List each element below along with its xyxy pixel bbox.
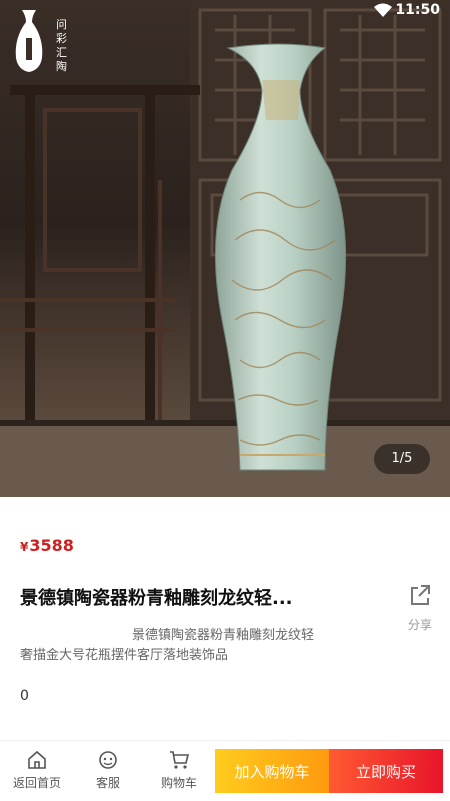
product-description: 景德镇陶瓷器粉青釉雕刻龙纹轻奢描金大号花瓶摆件客厅落地装饰品 xyxy=(20,628,315,663)
cart-tab[interactable]: 购物车 xyxy=(149,749,209,791)
currency-symbol: ¥ xyxy=(20,540,29,554)
product-title: 景德镇陶瓷器粉青釉雕刻龙纹轻... xyxy=(20,588,293,609)
image-page-indicator: 1/5 xyxy=(374,444,430,474)
cart-icon xyxy=(170,751,190,769)
cart-label: 购物车 xyxy=(160,776,197,790)
share-icon xyxy=(411,585,430,605)
customer-service-icon xyxy=(99,751,117,769)
sales-count: 0 xyxy=(20,688,29,704)
customer-service-label: 客服 xyxy=(95,776,120,790)
share-button[interactable]: 分享 xyxy=(398,584,442,633)
home-label: 返回首页 xyxy=(12,776,61,790)
customer-service-tab[interactable]: 客服 xyxy=(78,749,138,791)
add-to-cart-button[interactable]: 加入购物车 xyxy=(215,749,329,793)
share-label: 分享 xyxy=(407,618,432,632)
brand-name: 问彩汇陶 xyxy=(56,18,67,73)
product-image-gallery[interactable]: 11:50 问彩汇陶 1/5 xyxy=(0,0,450,497)
wifi-icon xyxy=(374,3,392,17)
buy-now-button[interactable]: 立即购买 xyxy=(329,749,443,793)
vase-logo-icon xyxy=(15,10,43,72)
price-value: 3588 xyxy=(29,536,74,555)
home-icon xyxy=(28,750,46,769)
home-tab[interactable]: 返回首页 xyxy=(7,749,67,791)
brand-logo: 问彩汇陶 xyxy=(12,8,70,78)
status-time: 11:50 xyxy=(395,2,440,18)
bottom-action-bar: 返回首页 客服 购物车 加入购物车 立即购买 xyxy=(0,740,450,801)
product-price: ¥3588 xyxy=(20,536,74,555)
